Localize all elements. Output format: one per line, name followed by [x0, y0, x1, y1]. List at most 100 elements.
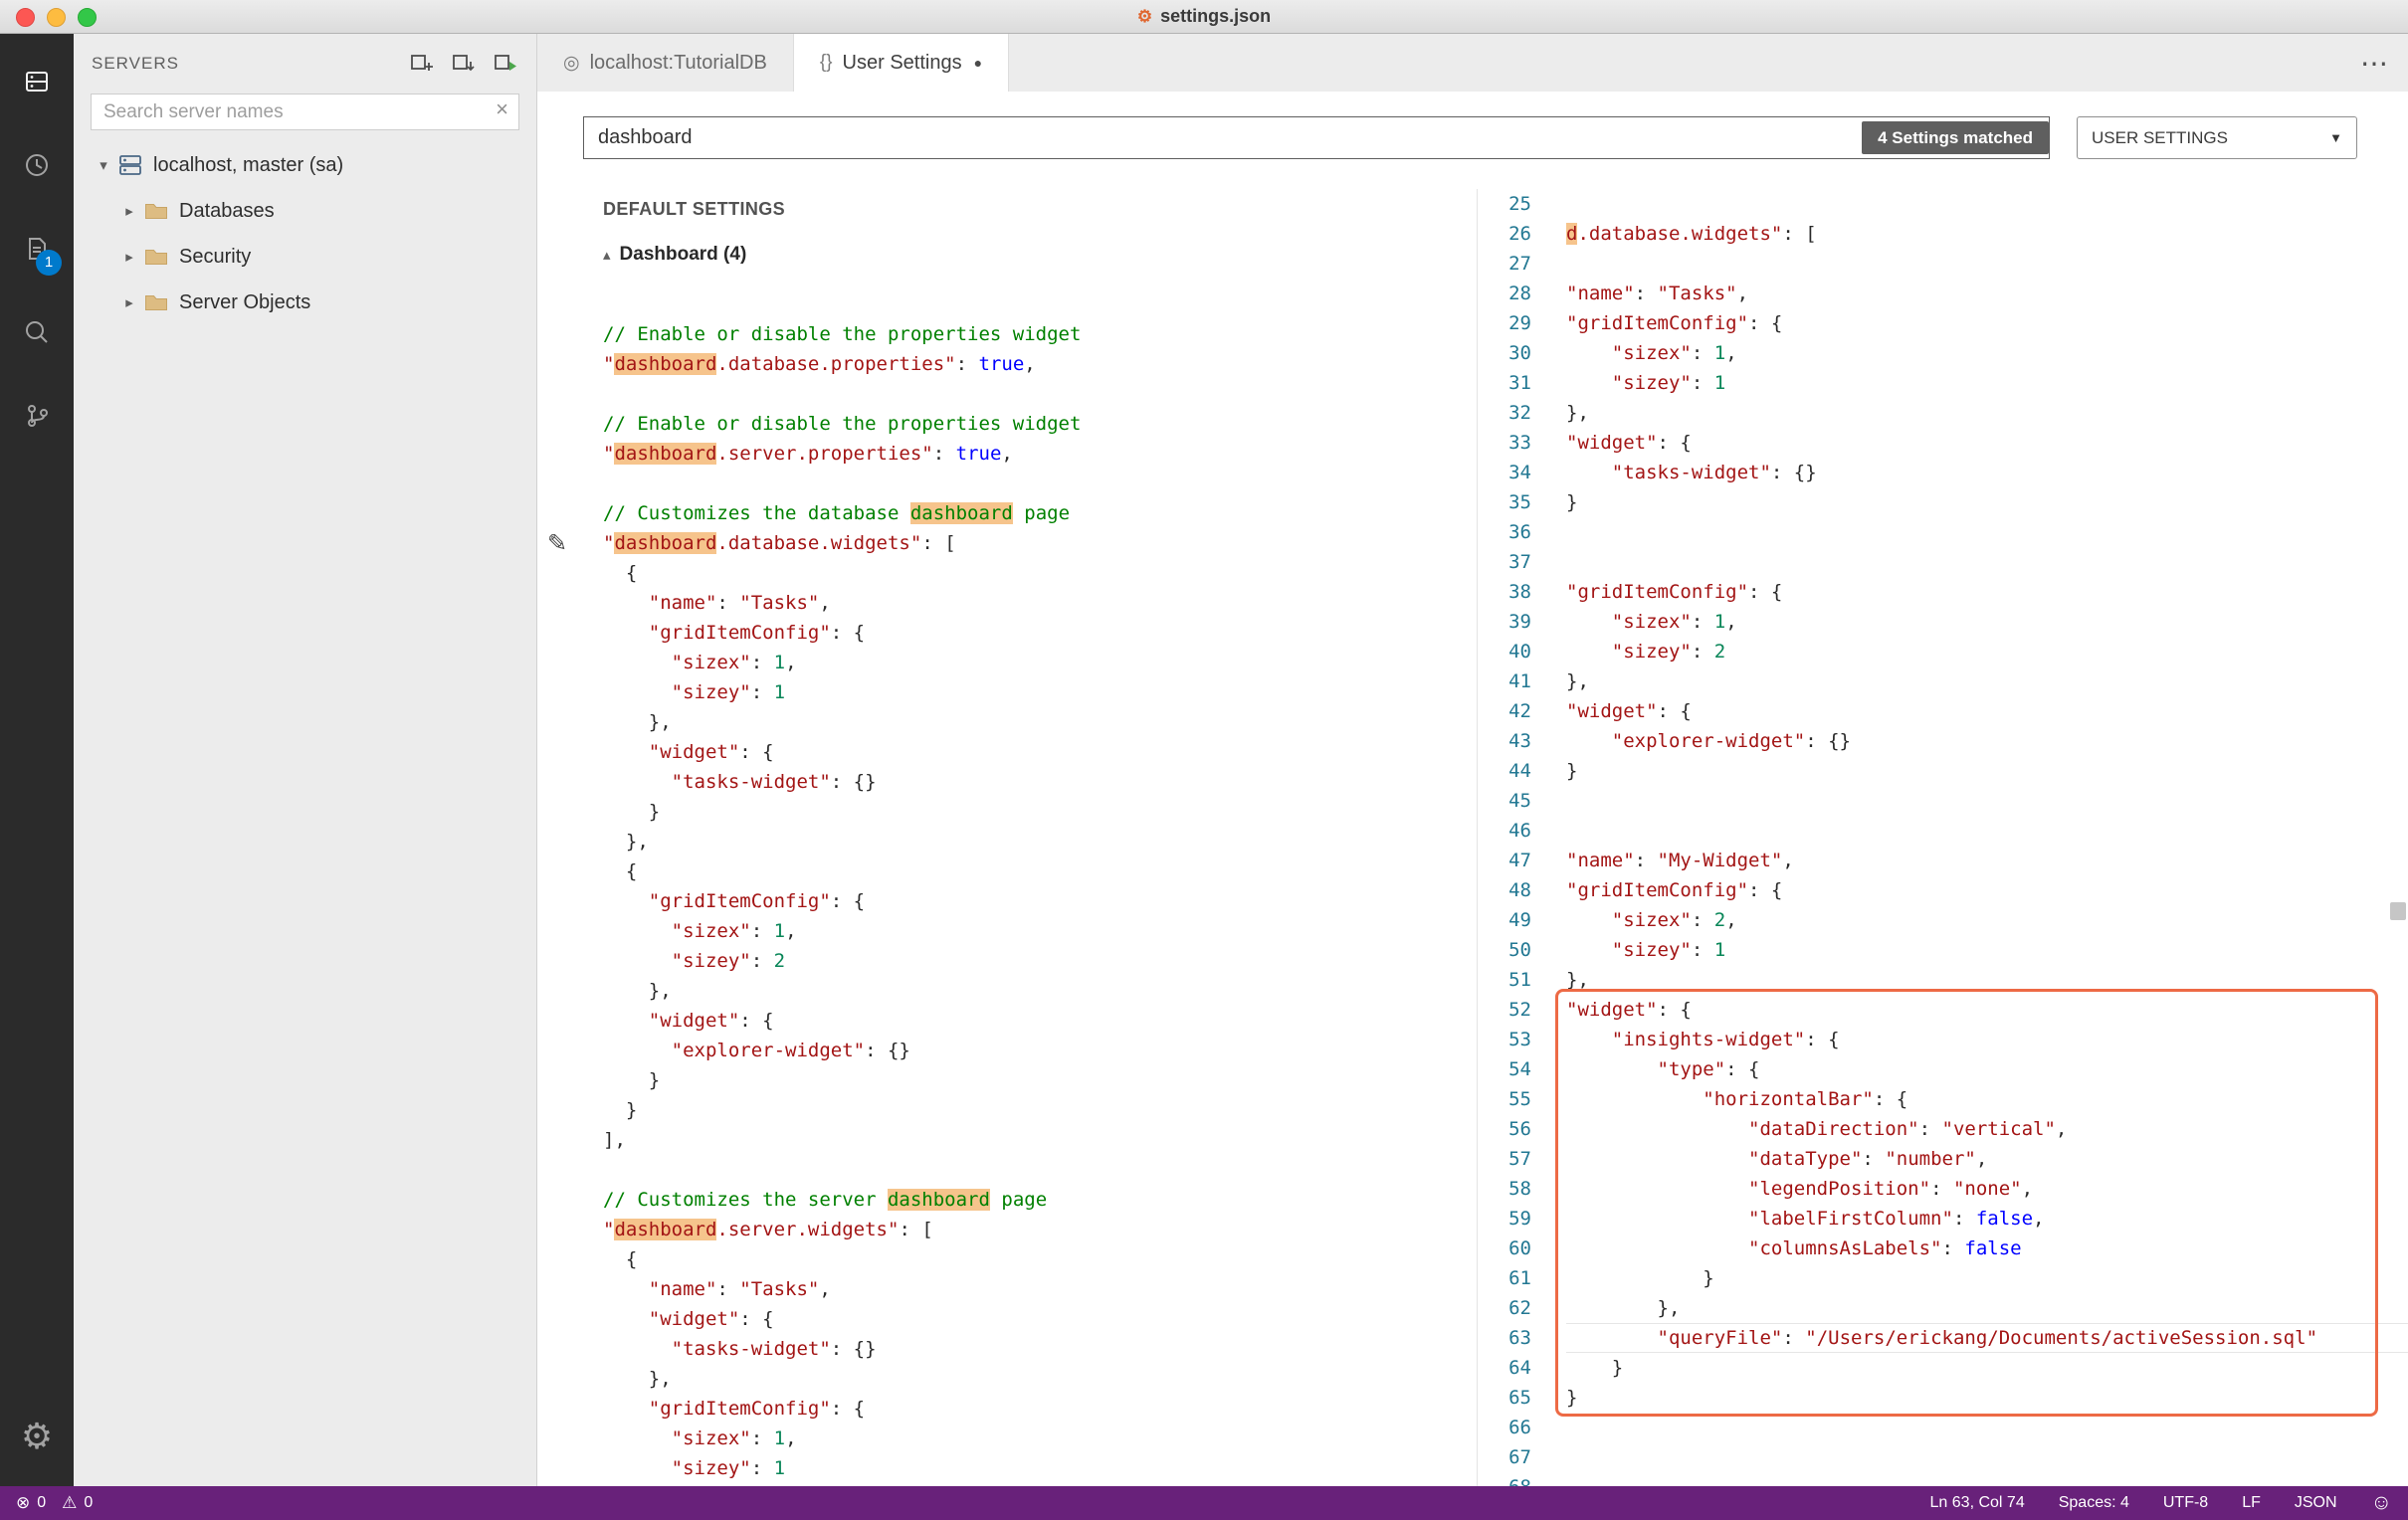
code-line[interactable]: }, [603, 827, 1477, 856]
chevron-right-icon[interactable]: ▸ [117, 293, 141, 311]
code-line[interactable]: "tasks-widget": {} [603, 767, 1477, 797]
code-line[interactable]: 39 "sizex": 1, [1478, 607, 2408, 637]
code-line[interactable]: 54 "type": { [1478, 1054, 2408, 1084]
code-line[interactable]: 40 "sizey": 2 [1478, 637, 2408, 666]
scrollbar-thumb[interactable] [2390, 902, 2406, 920]
code-line[interactable]: } [603, 797, 1477, 827]
close-window-button[interactable] [16, 7, 35, 27]
code-line[interactable]: 51}, [1478, 965, 2408, 995]
code-line[interactable]: 56 "dataDirection": "vertical", [1478, 1114, 2408, 1144]
code-line[interactable]: 59 "labelFirstColumn": false, [1478, 1204, 2408, 1234]
code-line[interactable]: "sizex": 1, [603, 1424, 1477, 1453]
code-line[interactable]: 31 "sizey": 1 [1478, 368, 2408, 398]
error-count[interactable]: ⊗ 0 [16, 1493, 46, 1513]
code-line[interactable]: 48 "gridItemConfig": { [1478, 875, 2408, 905]
clear-search-icon[interactable]: × [496, 96, 508, 122]
code-line[interactable]: }, [603, 1364, 1477, 1394]
code-line[interactable]: 43 "explorer-widget": {} [1478, 726, 2408, 756]
modified-indicator-icon[interactable]: ● [974, 55, 982, 71]
code-line[interactable]: "widget": { [603, 1006, 1477, 1036]
code-line[interactable]: ], [603, 1125, 1477, 1155]
warning-count[interactable]: ⚠ 0 [62, 1493, 93, 1513]
code-line[interactable] [603, 1155, 1477, 1185]
code-line[interactable]: "sizey": 1 [603, 677, 1477, 707]
code-line[interactable]: "name": "Tasks", [603, 1274, 1477, 1304]
code-line[interactable]: }, [603, 976, 1477, 1006]
code-line[interactable]: "sizex": 1, [603, 916, 1477, 946]
chevron-right-icon[interactable]: ▸ [117, 202, 141, 220]
code-line[interactable]: 33 "widget": { [1478, 428, 2408, 458]
code-line[interactable] [603, 469, 1477, 498]
chevron-right-icon[interactable]: ▸ [117, 248, 141, 266]
code-line[interactable]: 55 "horizontalBar": { [1478, 1084, 2408, 1114]
new-connection-icon[interactable] [409, 51, 435, 77]
maximize-window-button[interactable] [78, 7, 97, 27]
indentation-setting[interactable]: Spaces: 4 [2059, 1494, 2129, 1512]
code-line[interactable]: "sizex": 1, [603, 648, 1477, 677]
new-server-group-icon[interactable] [451, 51, 477, 77]
code-line[interactable]: 42 "widget": { [1478, 696, 2408, 726]
server-search-input[interactable] [91, 94, 519, 130]
code-line[interactable]: 49 "sizex": 2, [1478, 905, 2408, 935]
code-line[interactable]: 66 [1478, 1413, 2408, 1442]
code-line[interactable]: 60 "columnsAsLabels": false [1478, 1234, 2408, 1263]
language-mode[interactable]: JSON [2295, 1494, 2337, 1512]
code-line[interactable] [603, 379, 1477, 409]
code-line[interactable]: 63 "queryFile": "/Users/erickang/Documen… [1478, 1323, 2408, 1353]
code-line[interactable]: { [603, 1244, 1477, 1274]
code-line[interactable]: 37 [1478, 547, 2408, 577]
code-line[interactable]: 47 "name": "My-Widget", [1478, 846, 2408, 875]
search-view-icon[interactable] [0, 290, 74, 374]
code-line[interactable]: "explorer-widget": {} [603, 1036, 1477, 1065]
code-line[interactable]: "gridItemConfig": { [603, 1394, 1477, 1424]
code-line[interactable]: 32}, [1478, 398, 2408, 428]
settings-gear-icon[interactable]: ⚙ [0, 1395, 74, 1478]
tab-user-settings[interactable]: {} User Settings ● [793, 34, 1010, 92]
minimize-window-button[interactable] [47, 7, 66, 27]
code-line[interactable]: { [603, 856, 1477, 886]
user-settings-code[interactable]: 25 26 d.database.widgets": [27 28 "name": "T… [1478, 189, 2408, 1486]
settings-search-input[interactable] [583, 116, 2050, 159]
code-line[interactable]: { [603, 558, 1477, 588]
default-settings-code[interactable]: // Enable or disable the properties widg… [537, 319, 1477, 1486]
code-line[interactable]: 61 } [1478, 1263, 2408, 1293]
code-line[interactable]: "dashboard.database.widgets": [ [603, 528, 1477, 558]
eol-setting[interactable]: LF [2242, 1494, 2261, 1512]
code-line[interactable]: 67 [1478, 1442, 2408, 1472]
servers-view-icon[interactable] [0, 40, 74, 123]
tab-localhost-tutorialdb[interactable]: ◎ localhost:TutorialDB [537, 34, 794, 92]
code-line[interactable]: "gridItemConfig": { [603, 618, 1477, 648]
code-line[interactable]: }, [603, 707, 1477, 737]
code-line[interactable]: "dashboard.server.widgets": [ [603, 1215, 1477, 1244]
code-line[interactable]: 34 "tasks-widget": {} [1478, 458, 2408, 487]
code-line[interactable]: "gridItemConfig": { [603, 886, 1477, 916]
code-line[interactable]: 46 [1478, 816, 2408, 846]
code-line[interactable]: } [603, 1095, 1477, 1125]
code-line[interactable]: 65} [1478, 1383, 2408, 1413]
code-line[interactable]: 26 d.database.widgets": [ [1478, 219, 2408, 249]
code-line[interactable]: 50 "sizey": 1 [1478, 935, 2408, 965]
code-line[interactable]: 35} [1478, 487, 2408, 517]
code-line[interactable]: 44} [1478, 756, 2408, 786]
code-line[interactable]: "sizey": 2 [603, 946, 1477, 976]
code-line[interactable]: 57 "dataType": "number", [1478, 1144, 2408, 1174]
code-line[interactable]: 29 "gridItemConfig": { [1478, 308, 2408, 338]
active-connections-icon[interactable] [493, 51, 518, 77]
open-editors-icon[interactable]: 1 [0, 207, 74, 290]
feedback-smiley-icon[interactable]: ☺ [2371, 1491, 2392, 1515]
tree-item-databases[interactable]: ▸ Databases [74, 188, 536, 234]
code-line[interactable]: "tasks-widget": {} [603, 1334, 1477, 1364]
code-line[interactable]: 62 }, [1478, 1293, 2408, 1323]
chevron-down-icon[interactable]: ▾ [92, 156, 115, 174]
code-line[interactable]: 30 "sizex": 1, [1478, 338, 2408, 368]
tree-item-security[interactable]: ▸ Security [74, 234, 536, 280]
code-line[interactable]: 64 } [1478, 1353, 2408, 1383]
tree-item-server-objects[interactable]: ▸ Server Objects [74, 280, 536, 325]
code-line[interactable]: 53 "insights-widget": { [1478, 1025, 2408, 1054]
cursor-position[interactable]: Ln 63, Col 74 [1930, 1494, 2025, 1512]
settings-scope-dropdown[interactable]: USER SETTINGS ▼ [2077, 116, 2357, 159]
source-control-icon[interactable] [0, 374, 74, 458]
code-line[interactable]: 25 [1478, 189, 2408, 219]
code-line[interactable]: 38 "gridItemConfig": { [1478, 577, 2408, 607]
code-line[interactable]: 36 [1478, 517, 2408, 547]
